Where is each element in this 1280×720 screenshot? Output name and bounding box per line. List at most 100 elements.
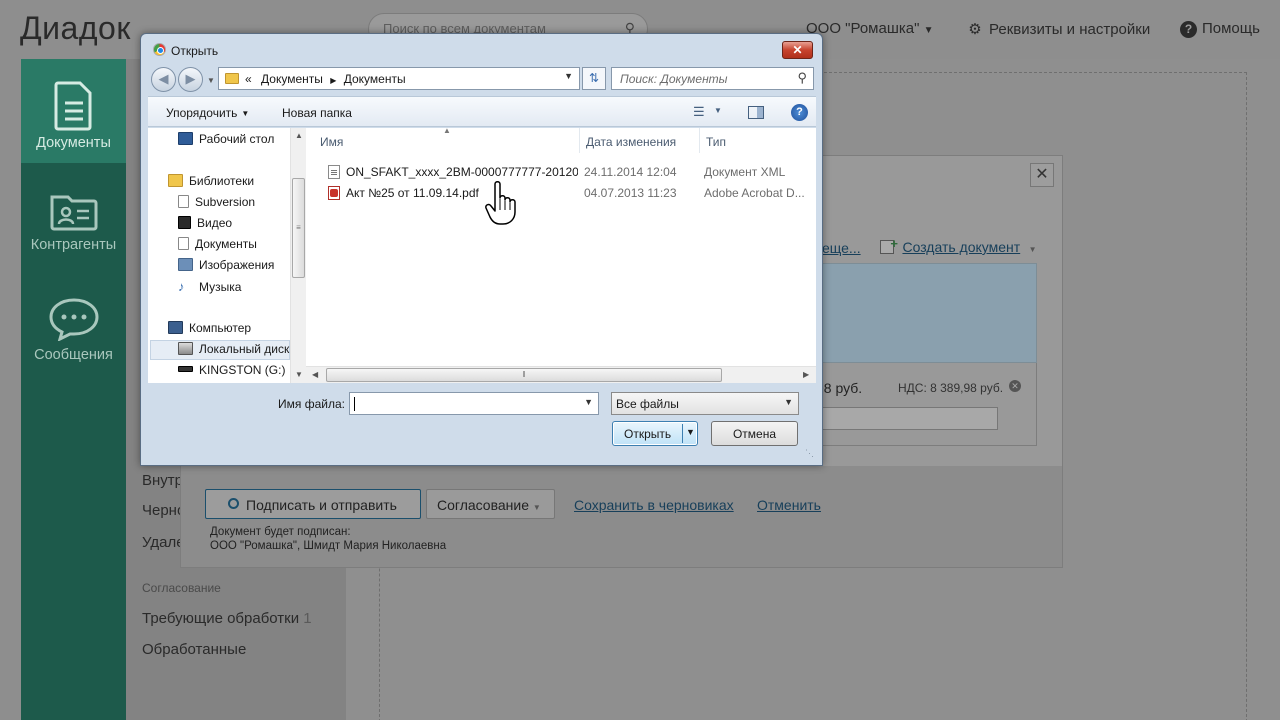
remove-icon[interactable]: ✕ [1009, 380, 1021, 392]
cancel-button[interactable]: Отмена [711, 421, 798, 446]
file-type-select[interactable]: Все файлы ▼ [611, 392, 799, 415]
organize-label: Упорядочить [166, 106, 238, 120]
nav-contractors[interactable]: Контрагенты [21, 193, 126, 273]
open-button[interactable]: Открыть ▼ [612, 421, 698, 446]
chevron-down-icon[interactable]: ▼ [686, 427, 695, 437]
chrome-icon [153, 43, 166, 56]
libraries-icon [168, 174, 183, 187]
comment-textarea[interactable] [816, 407, 998, 430]
help-label: Помощь [1202, 20, 1260, 37]
tree-item-label: Документы [195, 237, 257, 251]
file-row[interactable]: ON_SFAKT_xxxx_2BM-0000777777-201205... 2… [306, 161, 816, 182]
navigation-scrollbar[interactable]: ▲ ≡ ▼ [290, 128, 306, 383]
preview-pane-icon[interactable] [748, 106, 764, 119]
sign-and-send-label: Подписать и отправить [246, 497, 397, 513]
count-badge: 1 [303, 610, 312, 627]
settings-link[interactable]: ⚙ Реквизиты и настройки [966, 20, 1150, 38]
sign-note-line-2: ООО "Ромашка", Шмидт Мария Николаевна [210, 540, 447, 552]
help-icon[interactable]: ? [791, 104, 808, 121]
sidebar-item-internal[interactable]: Внутр [142, 472, 183, 489]
more-link[interactable]: еще... [822, 240, 861, 256]
scroll-left-icon[interactable]: ◀ [312, 370, 318, 379]
approval-button[interactable]: Согласование ▼ [426, 489, 555, 519]
local-disk-icon [178, 342, 193, 355]
create-document-menu[interactable]: + Создать документ ▼ [880, 236, 1037, 257]
dialog-title: Открыть [171, 44, 219, 58]
text-cursor [354, 397, 355, 411]
nav-documents[interactable]: Документы [21, 59, 126, 163]
folder-search-input[interactable]: Поиск: Документы ⚲ [611, 67, 814, 90]
sidebar-heading-approval: Согласование [142, 581, 221, 595]
file-date: 04.07.2013 11:23 [584, 186, 677, 200]
tree-item-subversion[interactable]: Subversion [178, 195, 255, 209]
cancel-link[interactable]: Отменить [757, 497, 821, 513]
sidebar-item-deleted[interactable]: Удале [142, 534, 185, 551]
breadcrumb-item[interactable]: Документы [344, 72, 406, 86]
help-link[interactable]: ? Помощь [1180, 20, 1260, 38]
tree-item-label: Музыка [199, 280, 242, 294]
close-button[interactable]: ✕ [782, 41, 813, 59]
refresh-icon[interactable]: ⇅ [582, 67, 606, 90]
chevron-down-icon[interactable]: ▼ [714, 106, 722, 115]
breadcrumb-overflow[interactable]: « [245, 72, 252, 86]
resize-grip-icon[interactable]: ⋱ [805, 448, 814, 459]
sign-note-line-1: Документ будет подписан: [210, 526, 351, 538]
sign-note: Документ будет подписан: ООО "Ромашка", … [210, 525, 446, 553]
new-folder-button[interactable]: Новая папка [282, 106, 352, 120]
column-header-date[interactable]: Дата изменения [580, 128, 700, 153]
tree-item-computer[interactable]: Компьютер [168, 321, 251, 335]
back-button[interactable]: ◀ [151, 67, 176, 92]
column-header-name[interactable]: Имя [314, 128, 580, 153]
tree-item-usb-drive[interactable]: KINGSTON (G:) [178, 363, 285, 377]
scrollbar-thumb[interactable]: ‖ [326, 368, 722, 382]
close-icon[interactable]: ✕ [1030, 163, 1054, 187]
scroll-down-icon[interactable]: ▼ [295, 370, 303, 379]
tree-item-desktop[interactable]: Рабочий стол [178, 132, 274, 146]
breadcrumb-item[interactable]: Документы [261, 72, 323, 86]
tree-item-label: Видео [197, 216, 233, 230]
tree-item-local-disk[interactable]: Локальный диск [178, 342, 289, 356]
column-header-type[interactable]: Тип [700, 128, 816, 153]
recent-locations-icon[interactable]: ▼ [207, 76, 215, 85]
scrollbar-thumb[interactable]: ≡ [292, 178, 305, 278]
search-icon[interactable]: ⚲ [797, 70, 807, 86]
tree-item-images[interactable]: Изображения [178, 258, 274, 272]
view-options-icon[interactable]: ☰ [693, 104, 705, 120]
search-placeholder: Поиск: Документы [620, 72, 728, 86]
tree-item-label: Библиотеки [189, 174, 255, 188]
sidebar-item-drafts[interactable]: Черно [142, 502, 185, 519]
tree-item-label: Изображения [199, 258, 275, 272]
xml-file-icon [328, 165, 340, 179]
chevron-right-icon: ▶ [330, 76, 337, 85]
tree-item-libraries[interactable]: Библиотеки [168, 174, 254, 188]
save-draft-link[interactable]: Сохранить в черновиках [574, 497, 734, 513]
file-list-scrollbar[interactable]: ◀ ‖ ▶ [306, 366, 816, 383]
tree-item-documents[interactable]: Документы [178, 237, 257, 251]
tree-item-label: Компьютер [189, 321, 252, 335]
gear-icon: ⚙ [968, 21, 982, 38]
address-bar[interactable]: « Документы ▶ Документы ▼ [218, 67, 580, 90]
chevron-down-icon[interactable]: ▼ [564, 71, 573, 81]
chevron-down-icon: ▼ [241, 109, 250, 118]
chevron-down-icon[interactable]: ▼ [584, 397, 593, 407]
forward-button[interactable]: ▶ [178, 67, 203, 92]
tree-item-video[interactable]: Видео [178, 216, 232, 230]
sidebar-item-requiring-processing[interactable]: Требующие обработки 1 [142, 610, 312, 627]
sign-and-send-button[interactable]: Подписать и отправить [205, 489, 421, 519]
nav-messages[interactable]: Сообщения [21, 297, 126, 377]
music-icon: ♪ [178, 279, 185, 294]
file-name-cell: ON_SFAKT_xxxx_2BM-0000777777-201205... [328, 165, 578, 179]
video-icon [178, 216, 191, 229]
file-name: Акт №25 от 11.09.14.pdf [346, 186, 479, 200]
app-logo[interactable]: Диадок [20, 10, 131, 47]
sidebar-item-processed[interactable]: Обработанные [142, 641, 246, 658]
tree-item-music[interactable]: ♪ Музыка [178, 279, 241, 294]
chat-bubble-icon [48, 298, 99, 341]
filename-input[interactable]: ▼ [349, 392, 599, 415]
scroll-up-icon[interactable]: ▲ [295, 131, 303, 140]
file-row[interactable]: Акт №25 от 11.09.14.pdf 04.07.2013 11:23… [306, 182, 816, 203]
org-selector[interactable]: ООО "Ромашка" ▼ [806, 20, 934, 37]
organize-menu[interactable]: Упорядочить ▼ [166, 106, 249, 120]
scroll-right-icon[interactable]: ▶ [803, 370, 809, 379]
document-library-icon [178, 195, 189, 208]
